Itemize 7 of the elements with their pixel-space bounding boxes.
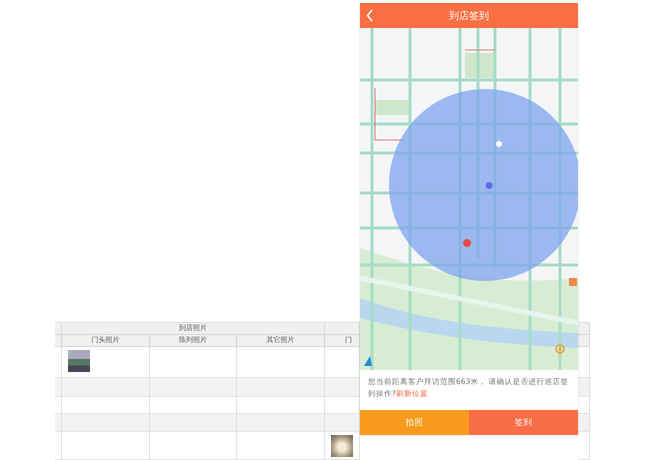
- header-cell: [578, 335, 590, 347]
- photo-thumbnail[interactable]: [331, 435, 353, 457]
- photo-thumbnail[interactable]: [68, 350, 90, 372]
- page-title: 到店签到: [449, 10, 489, 22]
- check-in-button[interactable]: 签到: [469, 410, 578, 435]
- back-icon[interactable]: [366, 9, 374, 22]
- take-photo-button[interactable]: 拍照: [360, 410, 469, 435]
